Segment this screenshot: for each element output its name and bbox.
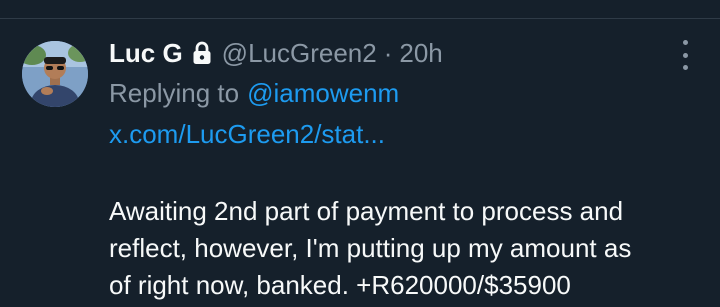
more-options-icon[interactable] (672, 40, 698, 70)
avatar[interactable] (22, 41, 88, 107)
tweet-container: Luc G @LucGreen2 · 20h Replying to @iamo… (0, 0, 720, 307)
tweet-link[interactable]: x.com/LucGreen2/stat... (109, 113, 385, 155)
lock-icon (192, 41, 212, 65)
separator-dot: · (383, 37, 393, 68)
tweet-text-line: of right now, banked. +R620000/$35900 (109, 270, 571, 300)
tweet-text: Awaiting 2nd part of payment to process … (109, 193, 709, 304)
timestamp[interactable]: 20h (399, 38, 442, 69)
user-handle[interactable]: @LucGreen2 (222, 38, 377, 69)
tweet-header: Luc G @LucGreen2 · 20h (109, 33, 443, 73)
tweet-text-line: Awaiting 2nd part of payment to process … (109, 196, 624, 226)
tweet-text-line: reflect, however, I'm putting up my amou… (109, 233, 632, 263)
divider (0, 18, 720, 19)
reply-label: Replying to (109, 77, 240, 108)
display-name[interactable]: Luc G (109, 38, 183, 69)
reply-context: Replying to @iamowenm (109, 73, 399, 113)
reply-handle-link[interactable]: @iamowenm (247, 78, 399, 109)
